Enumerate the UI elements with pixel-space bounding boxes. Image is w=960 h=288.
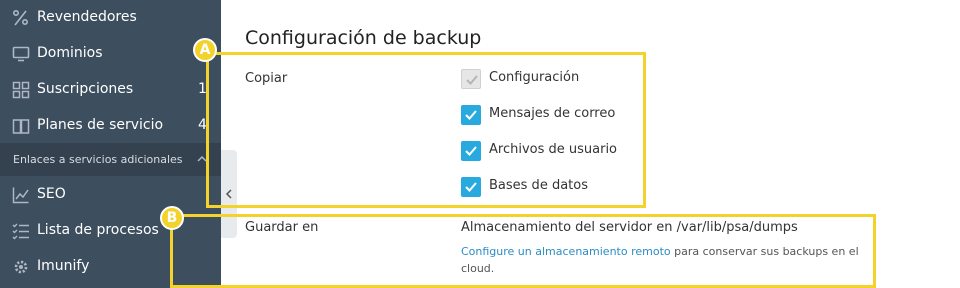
section-title: Enlaces a servicios adicionales <box>13 153 183 166</box>
sidebar-item-planes[interactable]: Planes de servicio 4 <box>0 108 221 144</box>
section-header-additional-services[interactable]: Enlaces a servicios adicionales <box>0 143 221 176</box>
sidebar-item-label: Imunify <box>37 258 90 274</box>
grid-icon <box>12 81 30 99</box>
annotation-badge-a: A <box>193 38 217 62</box>
sidebar-item-label: SEO <box>37 186 66 202</box>
annotation-box-b <box>170 214 876 288</box>
sidebar-item-label: Suscripciones <box>37 81 134 97</box>
sidebar-item-label: Dominios <box>37 45 103 61</box>
sidebar-item-label: Lista de procesos <box>37 222 159 238</box>
chart-icon <box>12 186 30 204</box>
percent-icon <box>12 9 30 27</box>
annotation-badge-b: B <box>160 206 184 230</box>
sidebar-item-suscripciones[interactable]: Suscripciones 1 <box>0 72 221 108</box>
monitor-icon <box>12 45 30 63</box>
sidebar-item-label: Planes de servicio <box>37 117 164 133</box>
sidebar-item-seo[interactable]: SEO <box>0 177 221 213</box>
sidebar-item-label: Revendedores <box>37 9 137 25</box>
page-title: Configuración de backup <box>245 27 482 49</box>
checklist-icon <box>12 222 30 240</box>
gear-icon <box>12 258 30 276</box>
sidebar-item-dominios[interactable]: Dominios <box>0 36 221 72</box>
book-icon <box>12 117 30 135</box>
annotation-box-a <box>206 52 646 208</box>
sidebar-item-revendedores[interactable]: Revendedores <box>0 0 221 36</box>
